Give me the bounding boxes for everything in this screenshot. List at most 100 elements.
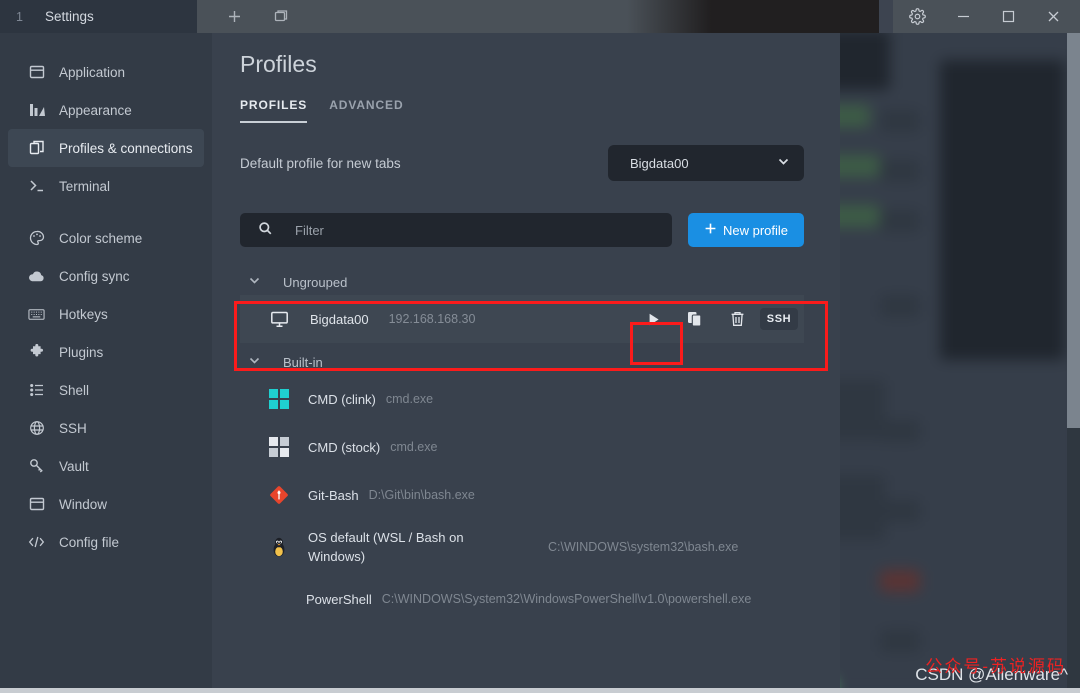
split-window-icon[interactable] xyxy=(273,8,290,25)
tab-tools xyxy=(197,0,319,33)
profile-name: CMD (stock) xyxy=(308,439,381,455)
globe-icon xyxy=(28,420,45,437)
default-profile-label: Default profile for new tabs xyxy=(240,155,401,171)
profile-name: Git-Bash xyxy=(308,487,359,503)
sidebar-item-label: Shell xyxy=(59,382,90,398)
window-icon xyxy=(28,496,45,513)
window-icon xyxy=(28,64,45,81)
profile-name: PowerShell xyxy=(306,591,372,607)
cloud-icon xyxy=(28,268,45,285)
ssh-badge[interactable]: SSH xyxy=(759,302,799,336)
search-placeholder: Filter xyxy=(295,222,324,238)
profiles-list: Ungrouped Bigdata00 192.168.168.30 SSH B… xyxy=(212,247,840,623)
settings-sidebar: Application Appearance Profiles & connec… xyxy=(0,33,212,693)
tab-advanced[interactable]: ADVANCED xyxy=(329,98,403,123)
profile-name: OS default (WSL / Bash on Windows) xyxy=(308,530,464,564)
filter-bar: Filter New profile xyxy=(212,181,840,247)
close-button[interactable] xyxy=(1031,0,1076,33)
settings-main-panel: Profiles PROFILES ADVANCED Default profi… xyxy=(212,33,840,693)
profile-name: Bigdata00 xyxy=(310,311,369,327)
title-bar: 1 Settings xyxy=(0,0,1080,33)
group-label: Ungrouped xyxy=(283,274,348,290)
group-label: Built-in xyxy=(283,354,323,370)
sidebar-item-window[interactable]: Window xyxy=(8,485,204,523)
duplicate-button[interactable] xyxy=(676,302,714,336)
tab-title: Settings xyxy=(44,9,94,24)
sidebar-item-profiles-and-connections[interactable]: Profiles & connections xyxy=(8,129,204,167)
sidebar-item-config-file[interactable]: Config file xyxy=(8,523,204,561)
window-bottom-edge xyxy=(0,688,1080,693)
sidebar-item-label: Application xyxy=(59,64,126,80)
list-item[interactable]: OS default (WSL / Bash on Windows) C:\WI… xyxy=(240,519,804,575)
sidebar-item-label: Hotkeys xyxy=(59,306,108,322)
profile-detail: C:\WINDOWS\System32\WindowsPowerShell\v1… xyxy=(381,592,752,606)
key-icon xyxy=(28,458,45,475)
sidebar-item-label: Config file xyxy=(59,534,120,550)
group-header-built-in[interactable]: Built-in xyxy=(240,349,804,375)
tab-index: 1 xyxy=(16,9,23,24)
titlebar-drag-region[interactable] xyxy=(319,0,879,33)
connect-play-button[interactable] xyxy=(634,302,672,336)
maximize-button[interactable] xyxy=(986,0,1031,33)
sidebar-item-application[interactable]: Application xyxy=(8,53,204,91)
sidebar-item-plugins[interactable]: Plugins xyxy=(8,333,204,371)
sidebar-item-color-scheme[interactable]: Color scheme xyxy=(8,219,204,257)
delete-button[interactable] xyxy=(718,302,756,336)
sidebar-divider xyxy=(0,205,212,219)
monitor-icon xyxy=(268,310,290,329)
sidebar-item-ssh[interactable]: SSH xyxy=(8,409,204,447)
scrollbar-thumb[interactable] xyxy=(1067,33,1080,428)
list-item[interactable]: PowerShell C:\WINDOWS\System32\WindowsPo… xyxy=(240,575,804,623)
tab-profiles[interactable]: PROFILES xyxy=(240,98,308,123)
search-input[interactable]: Filter xyxy=(240,213,672,247)
default-profile-row: Default profile for new tabs Bigdata00 xyxy=(212,123,840,181)
profile-actions: SSH xyxy=(634,302,804,336)
linux-tux-icon xyxy=(268,536,290,558)
sidebar-item-label: Color scheme xyxy=(59,230,143,246)
sidebar-item-label: Vault xyxy=(59,458,89,474)
palette-icon xyxy=(28,230,45,247)
sidebar-item-label: Terminal xyxy=(59,178,111,194)
plus-icon xyxy=(704,222,717,238)
git-icon xyxy=(268,484,290,506)
watermark-overlay: 公众号-苏说源码 xyxy=(925,657,1066,676)
sidebar-item-appearance[interactable]: Appearance xyxy=(8,91,204,129)
new-profile-button[interactable]: New profile xyxy=(687,213,804,247)
page-title: Profiles xyxy=(240,51,317,77)
window-controls xyxy=(893,0,1080,33)
search-icon xyxy=(258,221,273,239)
new-profile-label: New profile xyxy=(722,222,788,238)
profile-name: CMD (clink) xyxy=(308,391,376,407)
default-profile-select[interactable]: Bigdata00 xyxy=(608,145,804,181)
new-tab-icon[interactable] xyxy=(226,8,243,25)
sidebar-item-vault[interactable]: Vault xyxy=(8,447,204,485)
tab-settings[interactable]: 1 Settings xyxy=(0,0,197,33)
sidebar-item-label: SSH xyxy=(59,420,87,436)
profile-detail: 192.168.168.30 xyxy=(388,312,476,326)
profile-detail: D:\Git\bin\bash.exe xyxy=(368,488,475,502)
list-item[interactable]: CMD (stock) cmd.exe xyxy=(240,423,804,471)
sidebar-item-hotkeys[interactable]: Hotkeys xyxy=(8,295,204,333)
list-item[interactable]: CMD (clink) cmd.exe xyxy=(240,375,804,423)
puzzle-icon xyxy=(28,344,45,361)
sidebar-item-label: Plugins xyxy=(59,344,104,360)
tabby-settings-window: 1 Settings Application Appearance Profil… xyxy=(0,0,1080,693)
sidebar-item-terminal[interactable]: Terminal xyxy=(8,167,204,205)
list-icon xyxy=(28,382,45,399)
chevron-down-icon xyxy=(777,155,790,171)
terminal-prompt-icon xyxy=(28,178,45,195)
group-header-ungrouped[interactable]: Ungrouped xyxy=(240,269,804,295)
list-item[interactable]: Git-Bash D:\Git\bin\bash.exe xyxy=(240,471,804,519)
page-scrollbar[interactable] xyxy=(1067,33,1080,693)
gear-icon[interactable] xyxy=(893,0,941,33)
sidebar-item-label: Profiles & connections xyxy=(59,140,193,156)
minimize-button[interactable] xyxy=(941,0,986,33)
keyboard-icon xyxy=(28,306,45,323)
table-row[interactable]: Bigdata00 192.168.168.30 SSH xyxy=(240,295,804,343)
settings-tabs: PROFILES ADVANCED xyxy=(212,78,840,123)
sidebar-item-label: Window xyxy=(59,496,108,512)
sidebar-item-shell[interactable]: Shell xyxy=(8,371,204,409)
windows-logo-cyan-icon xyxy=(268,388,290,410)
chevron-down-icon xyxy=(248,274,261,290)
sidebar-item-config-sync[interactable]: Config sync xyxy=(8,257,204,295)
